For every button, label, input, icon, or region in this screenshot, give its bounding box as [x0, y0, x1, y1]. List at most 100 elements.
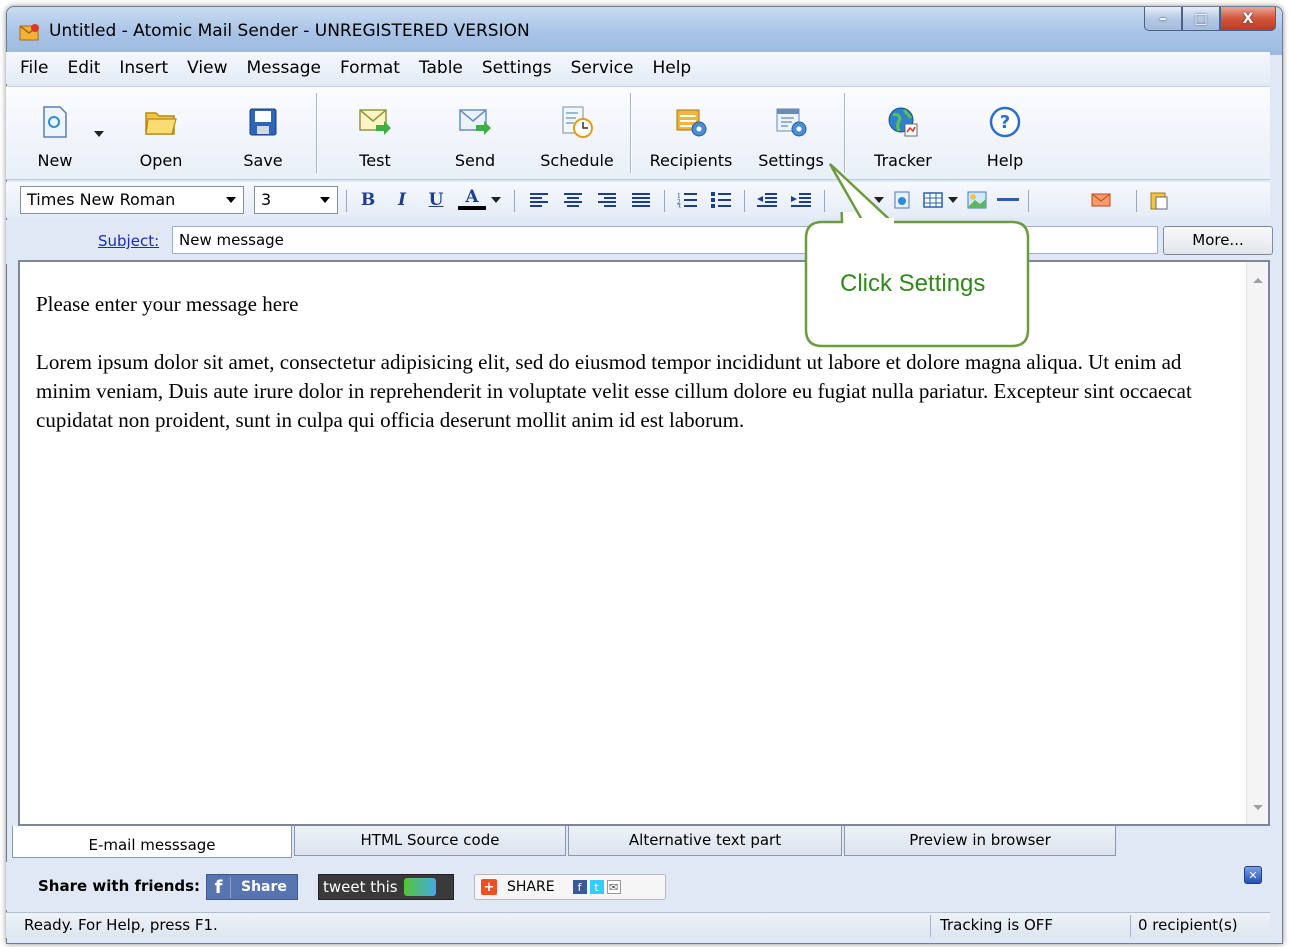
- addthis-label: SHARE: [507, 879, 555, 895]
- envelope-icon[interactable]: [1088, 188, 1114, 212]
- tab-preview-browser[interactable]: Preview in browser: [844, 826, 1116, 856]
- menu-file[interactable]: File: [20, 58, 48, 78]
- window-title: Untitled - Atomic Mail Sender - UNREGIST…: [49, 21, 530, 41]
- floppy-disk-icon: [246, 105, 280, 139]
- font-family-value: Times New Roman: [27, 190, 176, 209]
- editor-tabs: E-mail messsage HTML Source code Alterna…: [12, 826, 1270, 858]
- facebook-share-button[interactable]: f Share: [206, 874, 298, 900]
- font-size-value: 3: [261, 190, 272, 209]
- schedule-clock-icon: [560, 105, 594, 139]
- send-label: Send: [454, 151, 496, 170]
- numbered-list-icon[interactable]: 123: [674, 188, 700, 212]
- menu-settings[interactable]: Settings: [482, 58, 552, 78]
- format-separator: [1028, 190, 1029, 212]
- facebook-icon: f: [207, 876, 231, 898]
- maximize-button[interactable]: □: [1182, 7, 1220, 31]
- close-button[interactable]: X: [1220, 7, 1276, 31]
- italic-button[interactable]: I: [390, 188, 414, 212]
- callout-pointer-icon: [828, 163, 894, 226]
- share-bar: Share with friends: f Share tweet this +…: [6, 862, 1270, 910]
- format-separator: [1136, 190, 1137, 212]
- subject-row: Subject: New message More...: [6, 220, 1273, 264]
- test-mail-icon: [358, 105, 392, 139]
- menu-message[interactable]: Message: [246, 58, 321, 78]
- chevron-down-icon: [315, 189, 335, 211]
- align-right-icon[interactable]: [594, 188, 620, 212]
- format-separator: [744, 190, 745, 212]
- chevron-down-icon: [221, 189, 241, 211]
- schedule-button[interactable]: Schedule: [532, 87, 622, 179]
- tab-html-source[interactable]: HTML Source code: [294, 826, 566, 856]
- editor-placeholder-line: Please enter your message here: [36, 292, 299, 316]
- menu-help[interactable]: Help: [652, 58, 691, 78]
- help-button[interactable]: ? Help: [960, 87, 1050, 179]
- new-button[interactable]: New: [10, 87, 100, 179]
- schedule-label: Schedule: [540, 151, 614, 170]
- font-color-dropdown[interactable]: [488, 188, 504, 212]
- tab-email-message[interactable]: E-mail messsage: [12, 826, 292, 858]
- recipients-button[interactable]: Recipients: [646, 87, 736, 179]
- share-label: Share with friends:: [38, 877, 201, 895]
- scroll-down-icon[interactable]: [1253, 805, 1263, 810]
- format-separator: [514, 190, 515, 212]
- minimize-button[interactable]: –: [1144, 7, 1182, 31]
- indent-icon[interactable]: [788, 188, 814, 212]
- addthis-share-button[interactable]: + SHARE f t ✉: [474, 874, 666, 900]
- font-color-button[interactable]: A: [458, 187, 486, 210]
- menu-view[interactable]: View: [187, 58, 227, 78]
- align-center-icon[interactable]: [560, 188, 586, 212]
- help-label: Help: [986, 151, 1024, 170]
- svg-text:?: ?: [1000, 112, 1010, 133]
- close-share-icon[interactable]: ✕: [1244, 866, 1262, 884]
- align-left-icon[interactable]: [526, 188, 552, 212]
- toolbar-separator: [630, 93, 632, 173]
- menu-service[interactable]: Service: [571, 58, 634, 78]
- menu-format[interactable]: Format: [340, 58, 400, 78]
- editor-body-paragraph: Lorem ipsum dolor sit amet, consectetur …: [36, 350, 1192, 432]
- more-button[interactable]: More...: [1163, 226, 1273, 255]
- align-justify-icon[interactable]: [628, 188, 654, 212]
- message-editor[interactable]: Please enter your message here Lorem ips…: [18, 260, 1270, 826]
- paste-icon[interactable]: [1146, 188, 1172, 212]
- tab-alternative-text[interactable]: Alternative text part: [568, 826, 842, 856]
- test-button[interactable]: Test: [330, 87, 420, 179]
- bold-button[interactable]: B: [356, 188, 380, 212]
- format-separator: [346, 190, 347, 212]
- tracker-globe-icon: [886, 105, 920, 139]
- subject-label[interactable]: Subject:: [98, 232, 159, 250]
- app-icon: [19, 24, 39, 41]
- email-mini-icon: ✉: [606, 880, 621, 894]
- horizontal-line-icon[interactable]: [994, 188, 1022, 212]
- twitter-arrow-icon: [403, 878, 436, 896]
- title-bar[interactable]: Untitled - Atomic Mail Sender - UNREGIST…: [7, 7, 1282, 55]
- new-dropdown-arrow[interactable]: [94, 131, 104, 137]
- menu-insert[interactable]: Insert: [119, 58, 168, 78]
- insert-table-icon[interactable]: [920, 188, 946, 212]
- open-button[interactable]: Open: [116, 87, 206, 179]
- folder-icon: [144, 105, 178, 139]
- status-tracking: Tracking is OFF: [940, 916, 1054, 934]
- status-recipients: 0 recipient(s): [1138, 916, 1238, 934]
- font-family-select[interactable]: Times New Roman: [20, 186, 244, 214]
- scroll-up-icon[interactable]: [1253, 278, 1263, 283]
- menu-edit[interactable]: Edit: [67, 58, 100, 78]
- status-bar: Ready. For Help, press F1. Tracking is O…: [6, 912, 1270, 938]
- toolbar-separator: [316, 93, 318, 173]
- save-label: Save: [243, 151, 283, 170]
- save-button[interactable]: Save: [218, 87, 308, 179]
- vertical-scrollbar[interactable]: [1246, 262, 1268, 824]
- recipients-label: Recipients: [649, 151, 733, 170]
- new-message-icon: [38, 105, 72, 139]
- bullet-list-icon[interactable]: [708, 188, 734, 212]
- outdent-icon[interactable]: [754, 188, 780, 212]
- menu-table[interactable]: Table: [419, 58, 463, 78]
- insert-picture-icon[interactable]: [964, 188, 990, 212]
- main-toolbar: New Open Save Test Send Schedule Recipie…: [6, 86, 1270, 180]
- status-separator: [1130, 915, 1131, 937]
- svg-text:3: 3: [677, 204, 681, 208]
- tweet-this-button[interactable]: tweet this: [318, 874, 454, 900]
- send-button[interactable]: Send: [430, 87, 520, 179]
- table-dropdown[interactable]: [946, 188, 960, 212]
- underline-button[interactable]: U: [424, 188, 448, 212]
- font-size-select[interactable]: 3: [254, 186, 338, 214]
